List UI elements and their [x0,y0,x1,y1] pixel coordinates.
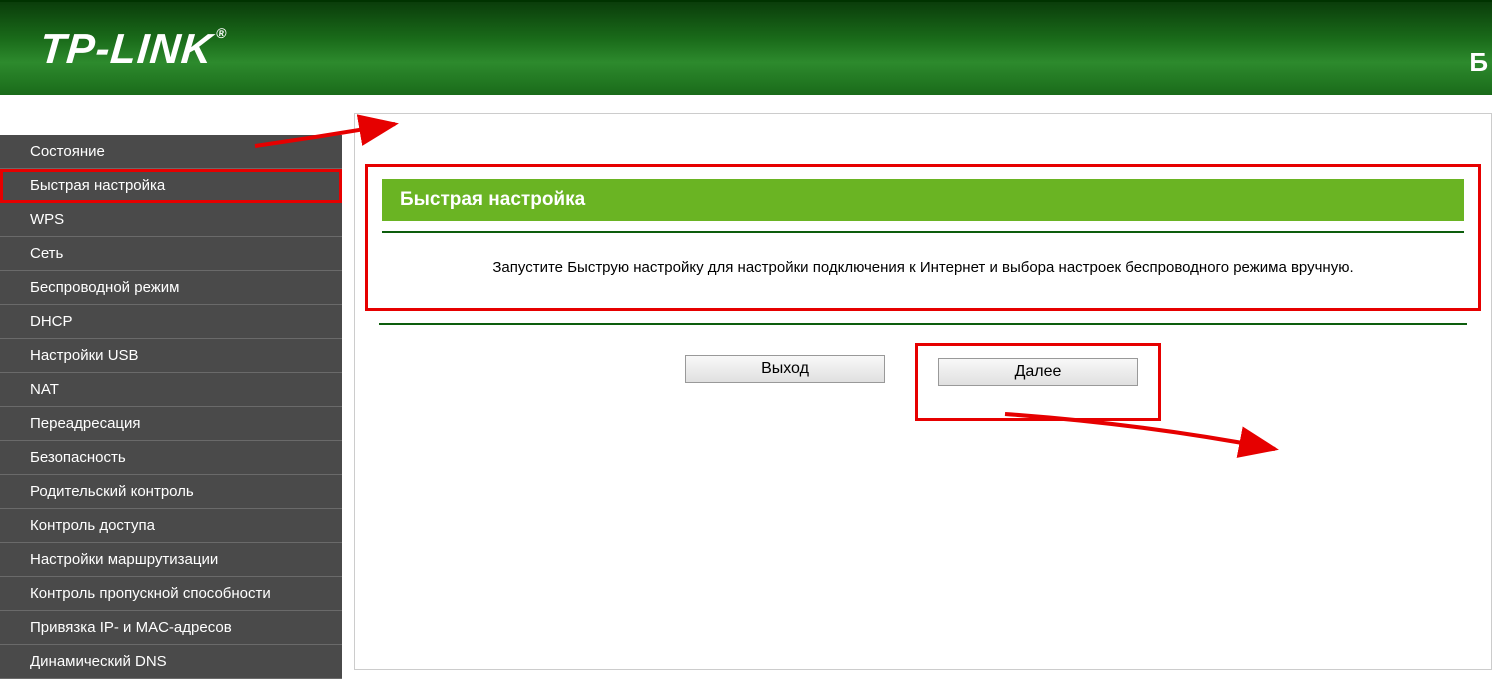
sidebar-item-7[interactable]: NAT [0,373,342,407]
sidebar-item-9[interactable]: Безопасность [0,441,342,475]
quick-setup-panel: Быстрая настройка Запустите Быструю наст… [365,164,1481,311]
exit-button[interactable]: Выход [685,355,885,383]
exit-button-wrap: Выход [685,343,885,421]
sidebar-nav: СостояниеБыстрая настройкаWPSСетьБеспров… [0,95,342,670]
sidebar-item-8[interactable]: Переадресация [0,407,342,441]
sidebar-item-12[interactable]: Настройки маршрутизации [0,543,342,577]
divider-line [382,231,1464,233]
content-area: Быстрая настройка Запустите Быструю наст… [354,113,1492,670]
sidebar-item-4[interactable]: Беспроводной режим [0,271,342,305]
brand-logo: TP-LINK® [38,25,228,73]
button-row: Выход Далее [365,343,1481,421]
header-bar: TP-LINK® Б [0,0,1492,95]
sidebar-item-1[interactable]: Быстрая настройка [0,169,342,203]
sidebar-item-10[interactable]: Родительский контроль [0,475,342,509]
panel-title: Быстрая настройка [382,179,1464,221]
sidebar-item-11[interactable]: Контроль доступа [0,509,342,543]
header-right-letter: Б [1469,47,1488,78]
main-container: СостояниеБыстрая настройкаWPSСетьБеспров… [0,95,1492,670]
sidebar-item-2[interactable]: WPS [0,203,342,237]
sidebar-item-15[interactable]: Динамический DNS [0,645,342,679]
sidebar-item-6[interactable]: Настройки USB [0,339,342,373]
divider-line-bottom [379,323,1467,325]
next-button-highlight-box: Далее [915,343,1161,421]
instruction-text: Запустите Быструю настройку для настройк… [368,251,1478,286]
sidebar-item-3[interactable]: Сеть [0,237,342,271]
sidebar-item-5[interactable]: DHCP [0,305,342,339]
sidebar-item-13[interactable]: Контроль пропускной способности [0,577,342,611]
sidebar-item-0[interactable]: Состояние [0,135,342,169]
sidebar-item-14[interactable]: Привязка IP- и MAC-адресов [0,611,342,645]
next-button[interactable]: Далее [938,358,1138,386]
